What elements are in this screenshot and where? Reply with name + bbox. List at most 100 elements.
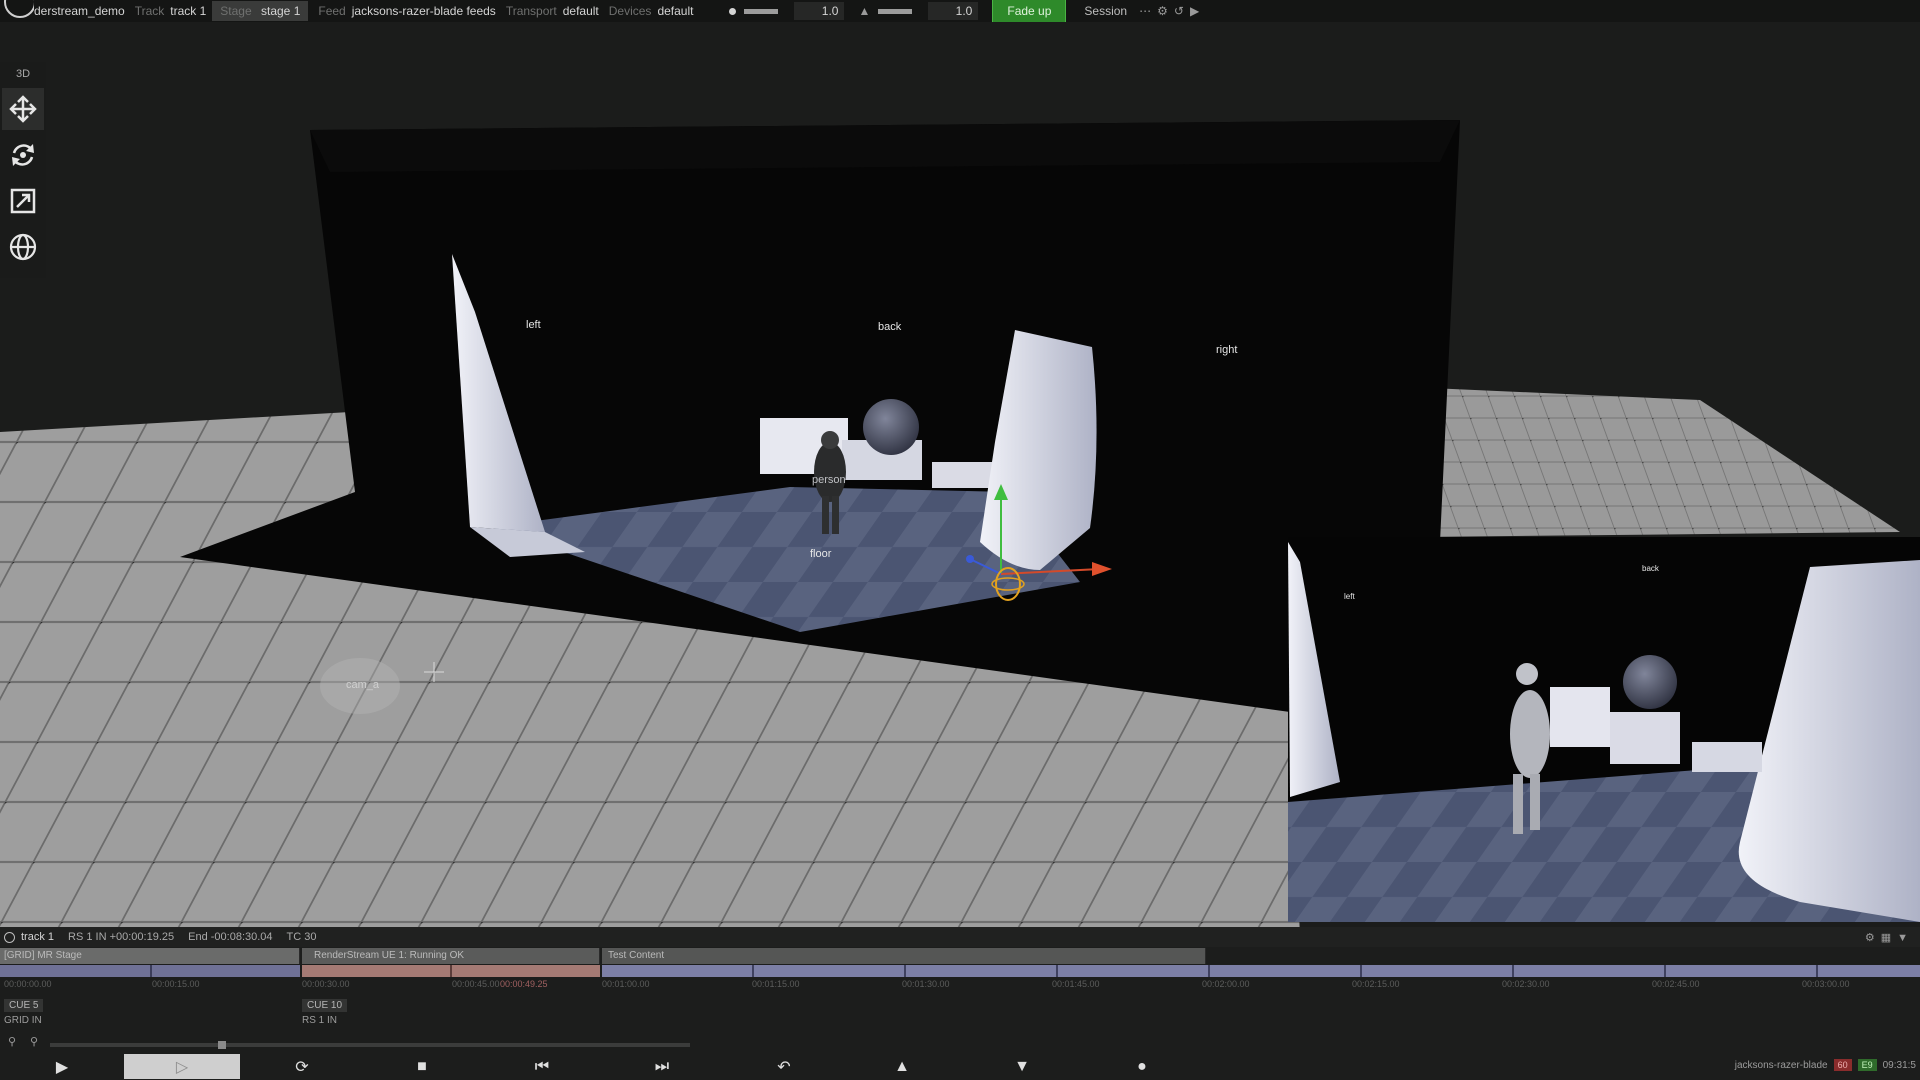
cue-5-marker[interactable]: CUE 5 — [4, 999, 44, 1012]
track-header-icons[interactable]: ⚙▦▼ — [1865, 931, 1914, 944]
ruler-tick-label: 00:01:45.00 — [1052, 979, 1100, 989]
loop-button[interactable]: ⟳ — [280, 1054, 324, 1079]
layer-renderstream[interactable]: RenderStream UE 1: Running OK — [302, 948, 600, 964]
rs-in-time: RS 1 IN +00:00:19.25 — [68, 931, 175, 943]
ruler-tick-label: 00:01:00.00 — [602, 979, 650, 989]
cue-10-label: RS 1 IN — [302, 1015, 338, 1026]
ruler-tick-label: 00:02:00.00 — [1202, 979, 1250, 989]
track-selector[interactable]: track 1 — [170, 4, 206, 18]
move-arrows-icon — [9, 95, 37, 123]
zoom-out-icon[interactable]: ⚲ — [30, 1035, 38, 1048]
timeline-scrollbar[interactable] — [50, 1041, 690, 1049]
brightness-icon — [729, 7, 737, 15]
scale-icon — [10, 188, 36, 214]
rotate-icon — [12, 144, 34, 166]
cue-5-label: GRID IN — [4, 1015, 42, 1026]
next-cue-button[interactable]: ▼ — [1000, 1054, 1044, 1079]
devices-label: Devices — [608, 4, 652, 18]
ruler-tick-label: 00:02:45.00 — [1652, 979, 1700, 989]
ok-badge: E9 — [1857, 1059, 1877, 1071]
status-area: jacksons-razer-blade 60 E9 09:31:5 — [1735, 1059, 1916, 1071]
feed-label: Feed — [318, 4, 346, 18]
end-time: End -00:08:30.04 — [188, 931, 273, 943]
session-play-icon[interactable]: ▶ — [1190, 4, 1199, 18]
stage-selector[interactable]: Stage stage 1 — [212, 1, 309, 21]
track-name[interactable]: track 1 — [21, 931, 54, 943]
previous-cue-button[interactable]: ▲ — [880, 1054, 924, 1079]
session-network-icon[interactable]: ⋯ — [1139, 4, 1151, 18]
ruler-tick-label: 00:02:30.00 — [1502, 979, 1550, 989]
time-ruler[interactable]: 00:00:00.00 00:00:15.00 00:00:30.00 00:00:4… — [0, 979, 1920, 991]
3d-toolbar: 3D — [0, 62, 46, 278]
globe-icon — [9, 233, 37, 261]
stage-label: Stage — [220, 4, 252, 18]
session-label: Session — [1084, 4, 1128, 18]
brightness-value[interactable]: 1.0 — [794, 2, 845, 20]
layer-thumbnail-strips — [0, 965, 1920, 977]
stop-button[interactable]: ■ — [400, 1054, 444, 1079]
clock: 09:31:5 — [1882, 1059, 1916, 1071]
fade-up-button[interactable]: Fade up — [992, 0, 1067, 22]
stage-scene — [0, 120, 1920, 936]
volume-value[interactable]: 1.0 — [928, 2, 979, 20]
move-tool-button[interactable] — [2, 88, 44, 130]
label-right: right — [1216, 344, 1238, 356]
camera-preview-panel[interactable] — [1288, 537, 1920, 922]
globe-tool-button[interactable] — [2, 226, 44, 268]
strip-test-content[interactable] — [602, 965, 1920, 977]
cue-10-marker[interactable]: CUE 10 — [302, 999, 348, 1012]
ruler-tick-label: 00:00:15.00 — [152, 979, 200, 989]
label-left: left — [526, 319, 541, 331]
label-person: person — [812, 474, 846, 486]
top-bar: derstream_demo Track track 1 Stage stage… — [0, 0, 1920, 22]
playhead-time[interactable]: 00:00:49.25 — [500, 979, 548, 989]
stage-value: stage 1 — [261, 4, 301, 18]
strip-renderstream[interactable] — [302, 965, 600, 977]
next-button[interactable]: ⏭ — [640, 1054, 684, 1079]
zoom-in-icon[interactable]: ⚲ — [8, 1035, 16, 1048]
machine-name: jacksons-razer-blade — [1734, 1059, 1828, 1071]
session-link-icon[interactable]: ↺ — [1174, 4, 1184, 18]
track-status-icon — [4, 931, 15, 943]
layer-grid-mr-stage[interactable]: [GRID] MR Stage — [0, 948, 300, 964]
preview-label-left: left — [1344, 592, 1355, 601]
timeline-scroll-thumb[interactable] — [218, 1041, 226, 1049]
strip-grid[interactable] — [0, 965, 300, 977]
ruler-tick-label: 00:00:00.00 — [4, 979, 52, 989]
layer-row: [GRID] MR Stage RenderStream UE 1: Runni… — [0, 948, 1920, 964]
ruler-tick-label: 00:00:45.00 — [452, 979, 500, 989]
project-name: derstream_demo — [34, 4, 125, 18]
preview-label-back: back — [1642, 564, 1659, 573]
label-floor: floor — [810, 548, 832, 560]
track-header: track 1 RS 1 IN +00:00:19.25 End -00:08:… — [0, 927, 1920, 947]
play-to-end-button[interactable]: ▷ — [124, 1054, 240, 1079]
devices-selector[interactable]: default — [657, 4, 693, 18]
record-button[interactable]: ● — [1120, 1054, 1164, 1079]
ruler-tick-label: 00:03:00.00 — [1802, 979, 1850, 989]
app-logo-icon — [0, 0, 34, 22]
layer-test-content[interactable]: Test Content — [602, 948, 1206, 964]
volume-slider[interactable] — [878, 8, 913, 14]
rotate-tool-button[interactable] — [2, 134, 44, 176]
volume-icon: ▲ — [858, 4, 871, 18]
ruler-tick-label: 00:00:30.00 — [302, 979, 350, 989]
ruler-tick-label: 00:02:15.00 — [1352, 979, 1400, 989]
label-camera: cam_a — [346, 679, 380, 691]
label-back: back — [878, 321, 902, 333]
transport-controls: ▶ ▷ ⟳ ■ ⏮ ⏭ ↶ ▲ ▼ ● jacksons-razer-blade… — [0, 1053, 1920, 1080]
ruler-tick-label: 00:01:15.00 — [752, 979, 800, 989]
timecode: TC 30 — [286, 931, 317, 943]
timeline-panel: track 1 RS 1 IN +00:00:19.25 End -00:08:… — [0, 927, 1920, 1080]
transport-selector[interactable]: default — [563, 4, 599, 18]
play-button[interactable]: ▶ — [40, 1054, 84, 1079]
brightness-slider[interactable] — [744, 8, 779, 14]
3d-viewport[interactable]: left back right person floor cam_a left … — [0, 22, 1920, 936]
session-settings-icon[interactable]: ⚙ — [1157, 4, 1168, 18]
cue-row: CUE 5 GRID IN CUE 10 RS 1 IN — [0, 993, 1920, 1033]
return-button[interactable]: ↶ — [762, 1054, 806, 1079]
track-label: Track — [134, 4, 165, 18]
scale-tool-button[interactable] — [2, 180, 44, 222]
toolbar-title: 3D — [15, 68, 31, 80]
feed-selector[interactable]: jacksons-razer-blade feeds — [352, 4, 496, 18]
previous-button[interactable]: ⏮ — [520, 1054, 564, 1079]
